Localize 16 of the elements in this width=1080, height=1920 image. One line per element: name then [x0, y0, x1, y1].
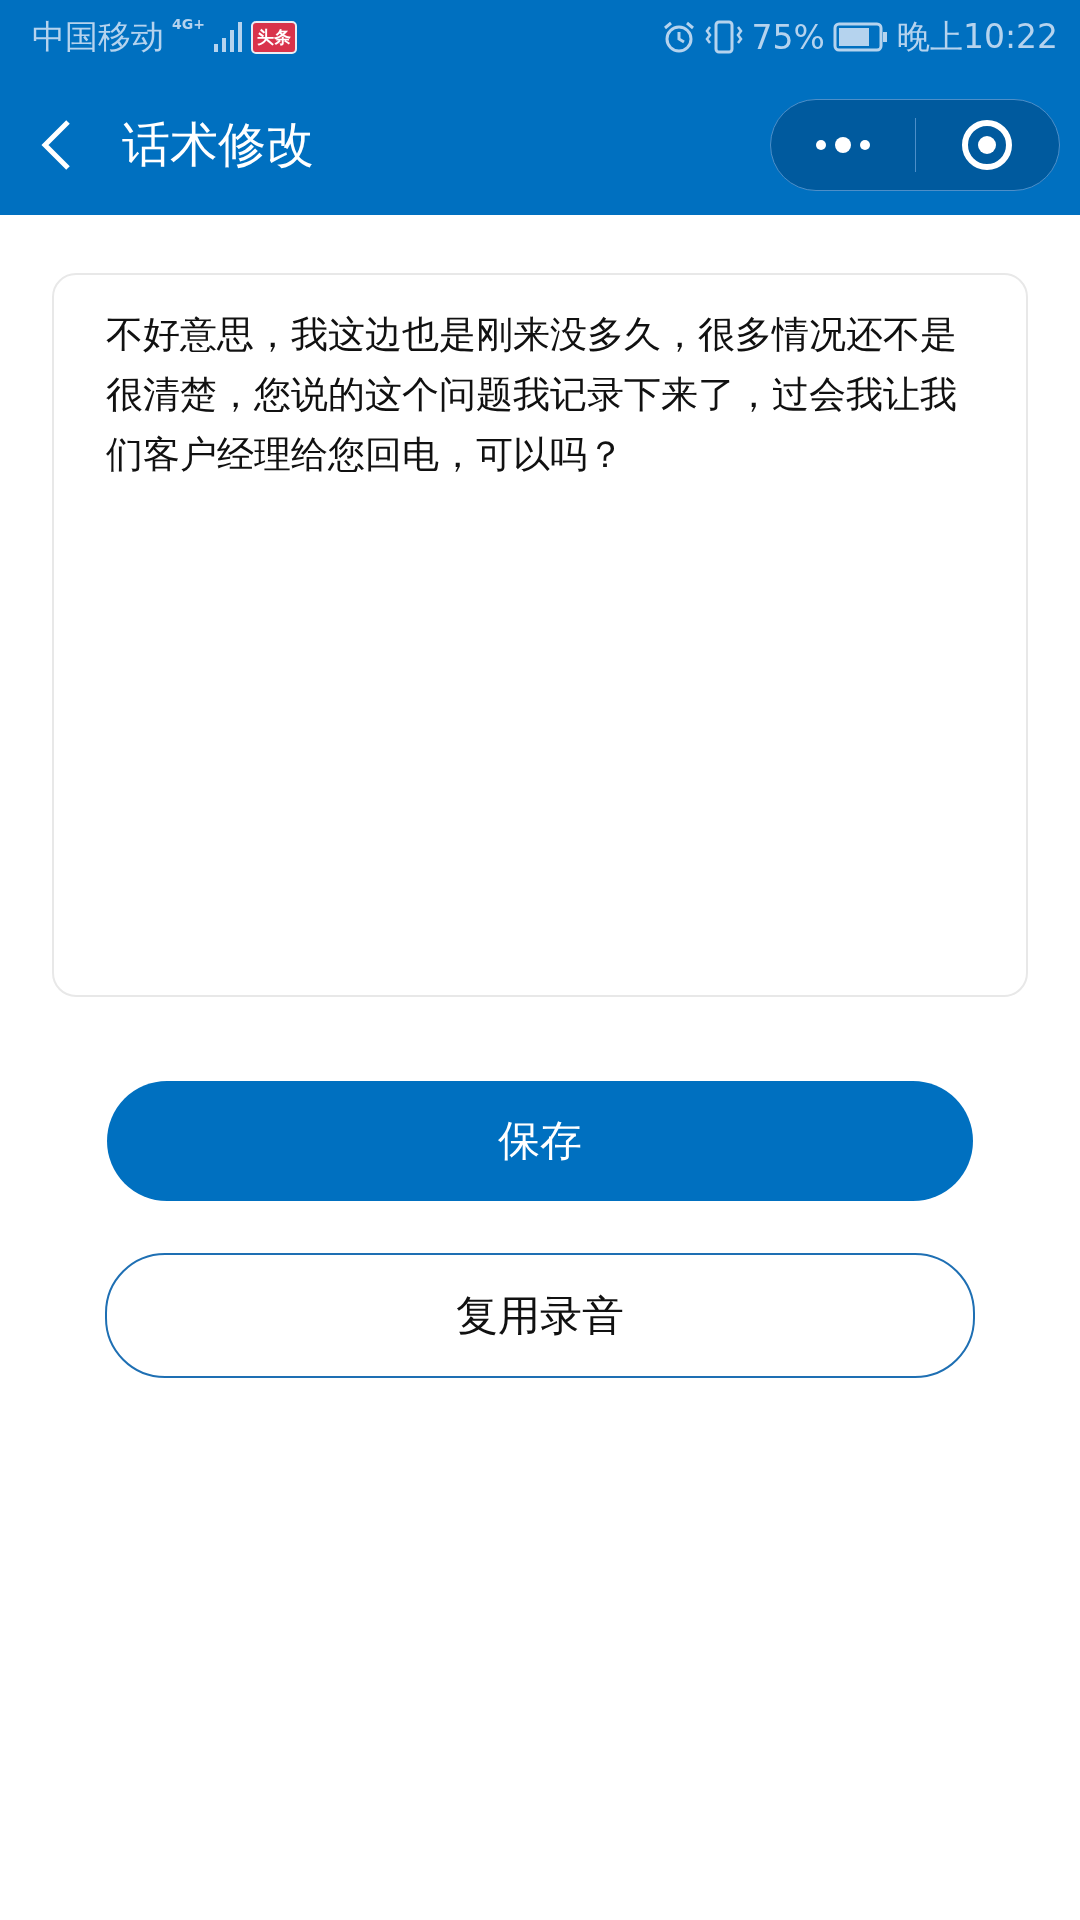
carrier-name: 中国移动 — [32, 15, 164, 58]
save-button[interactable]: 保存 — [107, 1081, 973, 1201]
clock-time: 晚上10:22 — [896, 15, 1058, 58]
vibrate-icon — [703, 19, 744, 55]
close-icon[interactable] — [960, 117, 1015, 172]
battery-percent: 75% — [751, 17, 825, 57]
network-type: 4G+ — [172, 16, 205, 32]
back-icon[interactable] — [40, 118, 72, 171]
page-title: 话术修改 — [122, 114, 314, 174]
battery-icon — [832, 22, 889, 52]
reuse-recording-button[interactable]: 复用录音 — [105, 1253, 975, 1378]
app-badge: 头条 — [250, 20, 297, 54]
more-icon[interactable] — [814, 134, 871, 155]
script-input-field[interactable]: 不好意思，我这边也是刚来没多久，很多情况还不是很清楚，您说的这个问题我记录下来了，过会我让我们客户经理给您回电，可以吗？ — [52, 273, 1028, 997]
alarm-icon — [661, 20, 696, 54]
signal-icon — [212, 20, 243, 54]
